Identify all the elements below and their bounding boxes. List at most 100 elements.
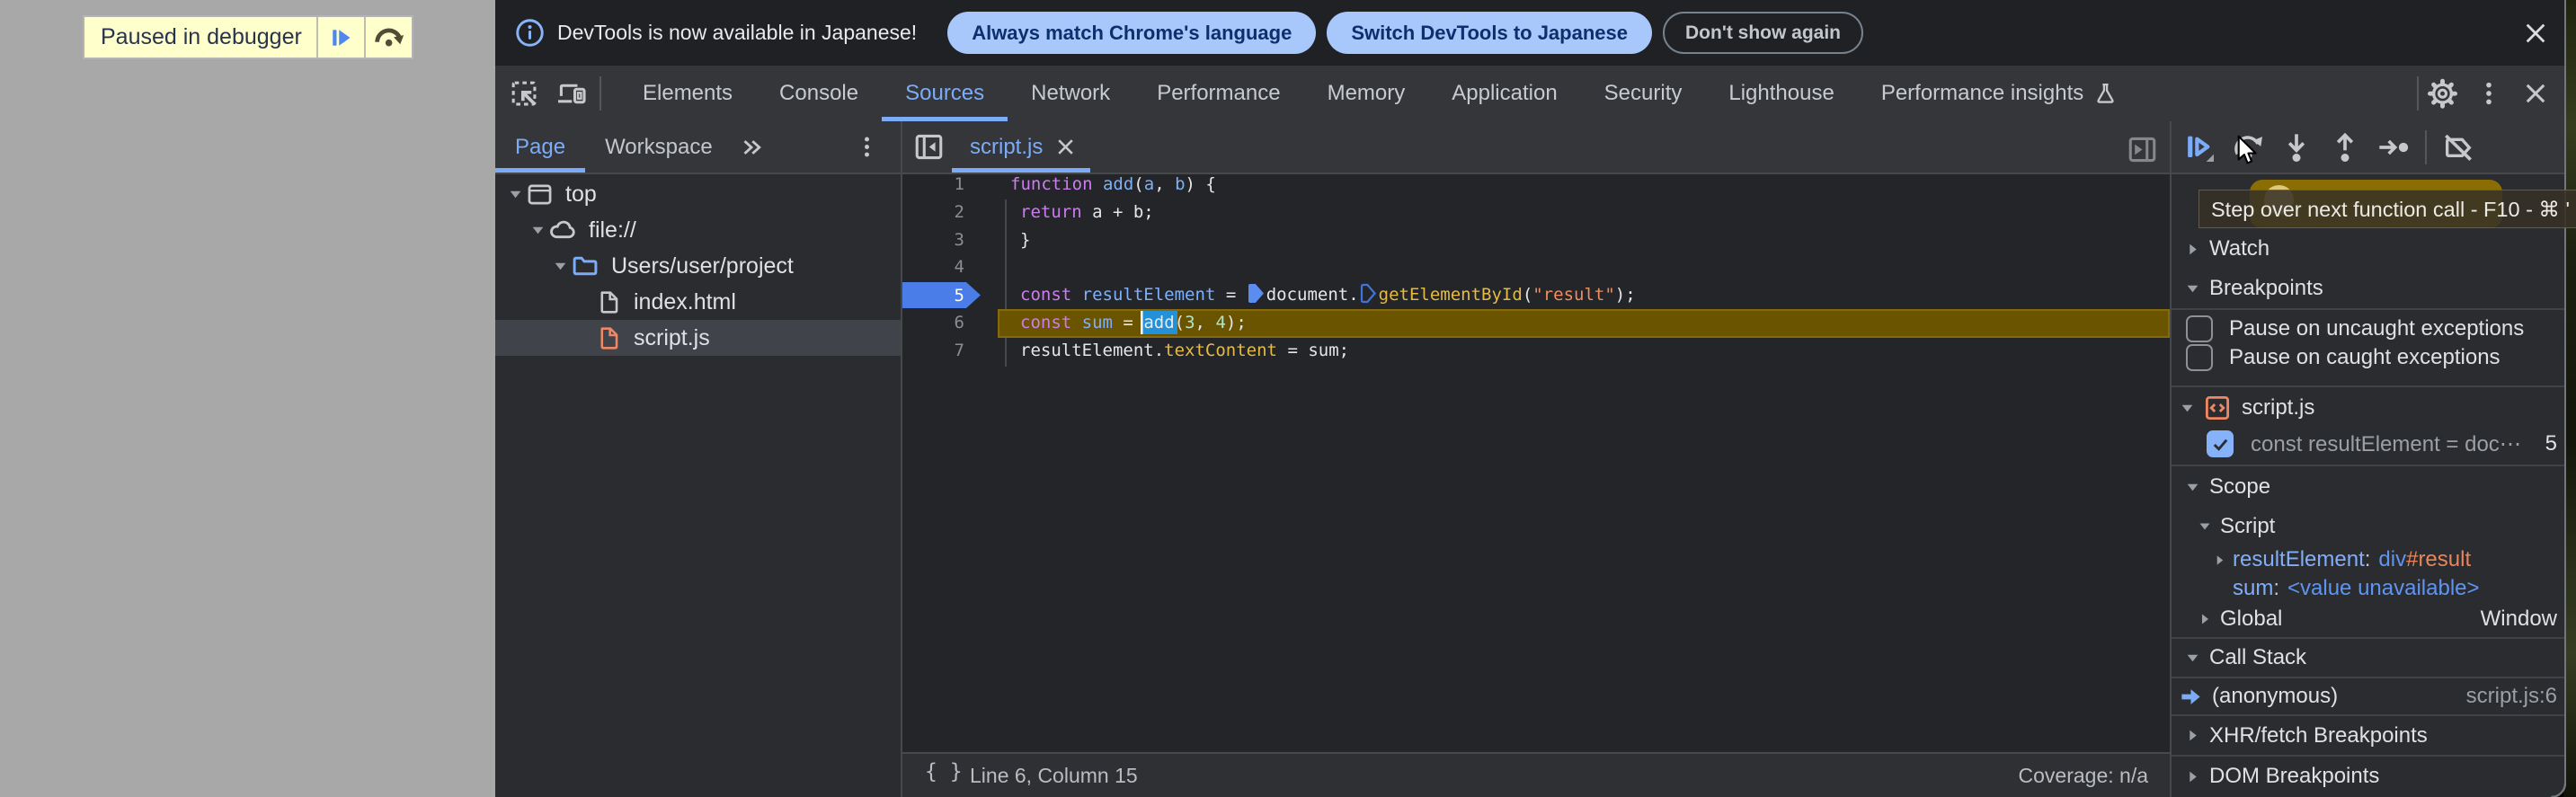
checkbox-unchecked[interactable] <box>2186 315 2213 342</box>
tree-item-project-folder[interactable]: Users/user/project <box>495 248 955 284</box>
section-expander[interactable] <box>2175 480 2209 495</box>
overlay-step-over-button[interactable] <box>363 17 412 58</box>
close-icon[interactable] <box>1053 135 1078 159</box>
scope-section-header[interactable]: Scope <box>2172 467 2564 507</box>
toolbar-tab-lighthouse[interactable]: Lighthouse <box>1705 66 1857 121</box>
section-expander[interactable] <box>2190 612 2220 626</box>
scope-script-row[interactable]: Script <box>2172 511 2564 542</box>
toolbar-tab-memory[interactable]: Memory <box>1304 66 1429 121</box>
breakpoint-entry-row[interactable]: const resultElement = doc⋯ 5 <box>2172 428 2564 460</box>
tree-expander[interactable] <box>528 223 547 238</box>
devtools-close-button[interactable] <box>2512 70 2559 117</box>
breakpoint-condition-label: const resultElement = doc⋯ <box>2251 431 2521 456</box>
toolbar-tab-performance-insights[interactable]: Performance insights <box>1858 66 2142 121</box>
scope-global-row[interactable]: Global Window <box>2172 604 2564 634</box>
section-expander[interactable] <box>2190 519 2220 534</box>
collapsed-triangle-icon <box>2202 614 2208 624</box>
toolbar-tab-performance[interactable]: Performance <box>1133 66 1303 121</box>
toolbar-tab-network[interactable]: Network <box>1008 66 1133 121</box>
inline-step-marker-outline-icon[interactable] <box>1360 283 1377 304</box>
curly-braces-icon[interactable]: { } <box>925 760 963 784</box>
checkbox-unchecked[interactable] <box>2186 344 2213 371</box>
flask-icon <box>2097 83 2114 103</box>
expanded-triangle-icon <box>2199 523 2210 530</box>
toggle-device-toolbar-button[interactable] <box>547 70 594 117</box>
tree-expander[interactable] <box>505 187 525 202</box>
editor-sidebar-divider[interactable] <box>2170 121 2172 797</box>
pause-uncaught-exceptions-row[interactable]: Pause on uncaught exceptions <box>2172 314 2564 343</box>
watch-label: Watch <box>2209 236 2270 261</box>
inline-step-marker-solid-icon[interactable] <box>1248 283 1265 304</box>
step-button[interactable] <box>2369 123 2418 172</box>
toolbar-tab-console[interactable]: Console <box>756 66 882 121</box>
code-line-7[interactable]: resultElement.textContent = sum; <box>1020 337 1349 365</box>
call-stack-section-header[interactable]: Call Stack <box>2172 639 2564 677</box>
breakpoint-file-group-row[interactable]: script.js <box>2172 388 2564 428</box>
dont-show-again-button[interactable]: Don't show again <box>1663 12 1863 54</box>
toggle-navigator-button[interactable] <box>905 124 952 171</box>
settings-button[interactable] <box>2419 70 2465 117</box>
section-expander[interactable] <box>2175 651 2209 666</box>
evaluated-token: add <box>1141 311 1177 334</box>
navigator-menu-button[interactable] <box>853 133 881 161</box>
always-match-language-button[interactable]: Always match Chrome's language <box>947 12 1317 54</box>
code-token: const <box>1020 313 1072 332</box>
section-expander[interactable] <box>2175 728 2209 743</box>
code-line-3[interactable]: } <box>1020 226 1030 254</box>
scope-var-resultelement[interactable]: resultElement : div #result <box>2172 545 2564 575</box>
navigator-tab-workspace[interactable]: Workspace <box>585 121 733 173</box>
overlay-resume-button[interactable] <box>315 17 364 58</box>
tree-expander[interactable] <box>550 259 570 274</box>
toolbar-tab-label: Lighthouse <box>1728 81 1834 105</box>
code-line-2[interactable]: return a + b; <box>1020 199 1154 226</box>
code-line-5[interactable]: const resultElement = document. getElemen… <box>1020 281 1636 309</box>
switch-devtools-japanese-button[interactable]: Switch DevTools to Japanese <box>1327 12 1652 54</box>
scope-var-sum[interactable]: sum : <value unavailable> <box>2172 573 2564 604</box>
editor-tab-scriptjs[interactable]: script.js <box>952 121 1091 173</box>
deactivate-breakpoints-button[interactable] <box>2434 123 2483 172</box>
infobar-close-icon[interactable] <box>2521 19 2550 48</box>
section-expander[interactable] <box>2175 281 2209 297</box>
toggle-sidebar-button[interactable] <box>2126 133 2159 166</box>
var-value: <value unavailable> <box>2287 576 2480 600</box>
inspect-element-button[interactable] <box>501 70 547 117</box>
checkbox-checked[interactable] <box>2207 430 2234 457</box>
paused-in-debugger-label: Paused in debugger <box>101 24 302 49</box>
editor-tab-label: script.js <box>970 134 1044 159</box>
section-expander[interactable] <box>2172 401 2202 416</box>
section-expander[interactable] <box>2175 242 2209 257</box>
frame-location: script.js:6 <box>2465 684 2557 708</box>
watch-section-header[interactable]: Watch <box>2172 229 2564 269</box>
colon-separator: : <box>2273 576 2280 600</box>
step-out-button[interactable] <box>2321 123 2369 172</box>
var-value-id: #result <box>2406 547 2472 571</box>
code-area[interactable]: function add(a, b) {return a + b;} const … <box>902 173 2170 751</box>
section-expander[interactable] <box>2175 769 2209 784</box>
source-editor[interactable]: 5 123467 function add(a, b) {return a + … <box>902 173 2170 753</box>
toolbar-tab-label: Elements <box>643 81 733 105</box>
tree-item-top[interactable]: top <box>495 176 910 212</box>
navigator-tab-page[interactable]: Page <box>495 121 586 173</box>
var-expander[interactable] <box>2213 553 2233 567</box>
toolbar-tab-elements[interactable]: Elements <box>619 66 756 121</box>
code-line-1[interactable]: function add(a, b) { <box>1010 173 1216 199</box>
pause-caught-exceptions-row[interactable]: Pause on caught exceptions <box>2172 343 2564 372</box>
toolbar-tab-application[interactable]: Application <box>1428 66 1580 121</box>
dom-breakpoints-section-header[interactable]: DOM Breakpoints <box>2172 757 2564 796</box>
code-token: ); <box>1225 313 1247 332</box>
more-tabs-button[interactable] <box>738 121 765 173</box>
call-stack-frame-row[interactable]: (anonymous) script.js:6 <box>2172 678 2564 714</box>
tree-item-file-protocol[interactable]: file:// <box>495 212 933 248</box>
code-line-6[interactable]: const sum = add(3, 4); <box>1020 309 1247 337</box>
tree-item-label: script.js <box>634 324 710 350</box>
toolbar-tab-label: Application <box>1452 81 1558 105</box>
xhr-breakpoints-section-header[interactable]: XHR/fetch Breakpoints <box>2172 716 2564 755</box>
step-into-button[interactable] <box>2272 123 2321 172</box>
devtools-menu-button[interactable] <box>2465 70 2512 117</box>
toolbar-tab-label: Memory <box>1327 81 1406 105</box>
toolbar-tab-security[interactable]: Security <box>1581 66 1706 121</box>
navigator-editor-divider[interactable] <box>901 121 902 797</box>
breakpoints-section-header[interactable]: Breakpoints <box>2172 269 2564 308</box>
toolbar-tab-sources[interactable]: Sources <box>882 66 1008 121</box>
resume-button[interactable] <box>2175 123 2224 172</box>
